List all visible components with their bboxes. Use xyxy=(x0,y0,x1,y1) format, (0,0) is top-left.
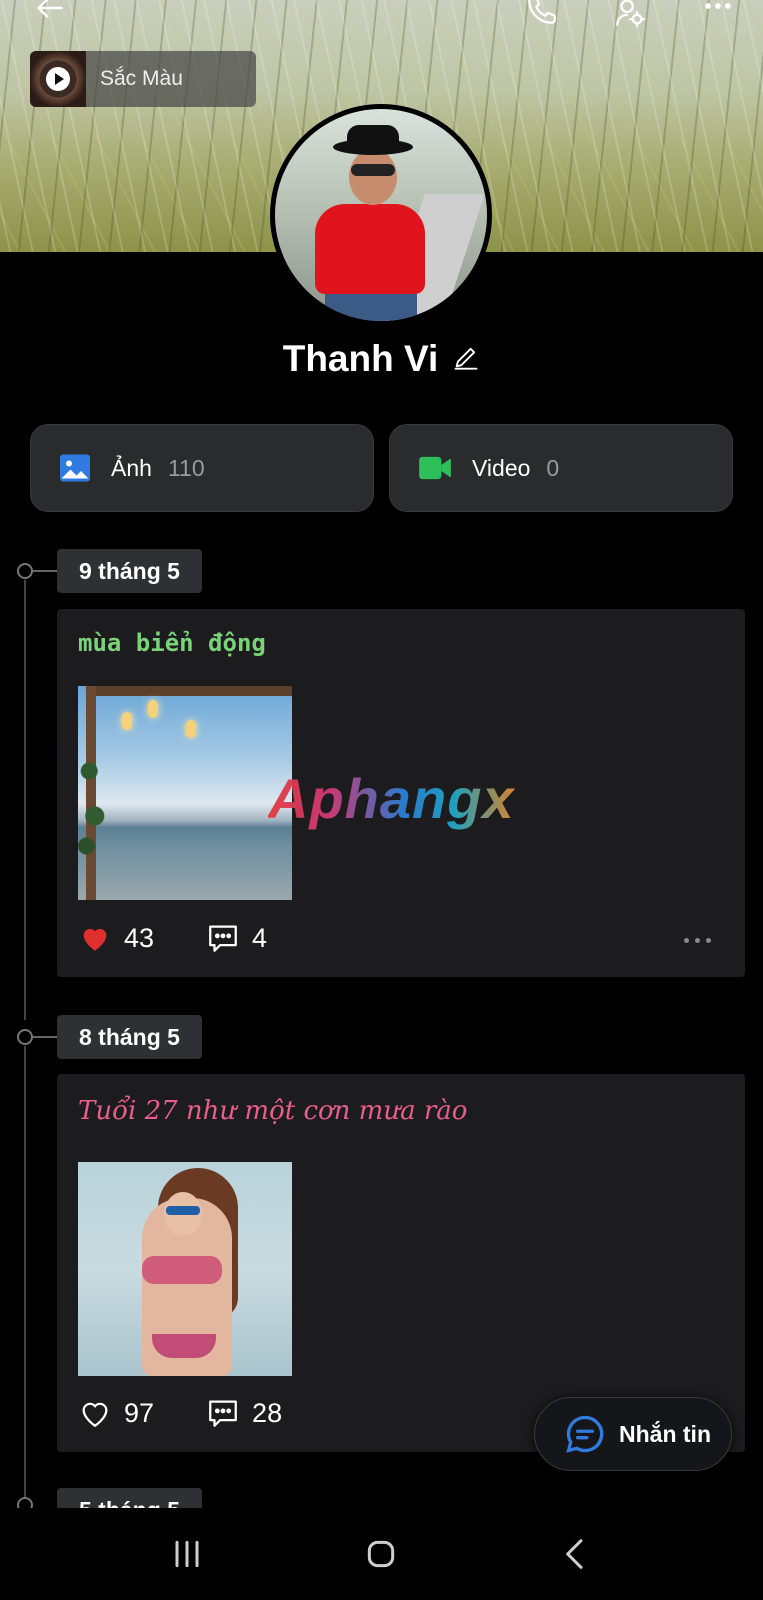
comment-count: 28 xyxy=(252,1397,283,1428)
heart-outline-icon xyxy=(82,1402,108,1428)
videos-count: 0 xyxy=(546,454,560,481)
post-more-icon[interactable] xyxy=(684,938,711,943)
timeline-connector xyxy=(33,570,57,572)
user-settings-icon[interactable] xyxy=(610,0,650,32)
videos-label: Video xyxy=(472,454,531,481)
post-actions: 43 4 xyxy=(78,921,267,955)
chat-bubble-icon xyxy=(566,1415,604,1453)
system-navigation-bar xyxy=(0,1508,763,1600)
like-button[interactable]: 43 xyxy=(78,921,154,955)
timeline-node xyxy=(17,563,33,579)
video-camera-icon xyxy=(419,456,451,480)
edit-pencil-icon[interactable] xyxy=(452,338,480,380)
image-icon xyxy=(60,454,90,482)
timeline-line xyxy=(24,1046,26,1508)
post-card[interactable]: Tuổi 27 như một cơn mưa rào 97 28 xyxy=(57,1074,745,1452)
post-actions: 97 28 xyxy=(78,1396,282,1430)
date-chip: 8 tháng 5 xyxy=(57,1015,202,1059)
music-thumbnail xyxy=(30,51,86,107)
like-count: 43 xyxy=(124,922,155,953)
photos-label: Ảnh xyxy=(111,454,152,481)
timeline-line xyxy=(24,580,26,1020)
timeline-node xyxy=(17,1029,33,1045)
back-icon[interactable] xyxy=(546,1524,606,1584)
avatar[interactable] xyxy=(270,104,492,326)
more-options-icon[interactable] xyxy=(698,0,738,26)
recent-apps-icon[interactable] xyxy=(157,1524,217,1584)
like-button[interactable]: 97 xyxy=(78,1396,154,1430)
profile-music-chip[interactable]: Sắc Màu xyxy=(30,51,256,107)
message-button[interactable]: Nhắn tin xyxy=(534,1397,732,1471)
post-photo[interactable] xyxy=(78,686,292,900)
music-title: Sắc Màu xyxy=(100,67,183,90)
like-count: 97 xyxy=(124,1397,155,1428)
photos-count: 110 xyxy=(167,454,205,481)
profile-name: Thanh Vi xyxy=(282,338,439,379)
photos-button[interactable]: Ảnh 110 xyxy=(30,424,374,512)
comment-icon xyxy=(209,1400,237,1427)
message-button-label: Nhắn tin xyxy=(619,1420,711,1447)
comment-icon xyxy=(209,925,237,952)
comment-button[interactable]: 4 xyxy=(206,921,267,955)
post-photo[interactable] xyxy=(78,1162,292,1376)
comment-count: 4 xyxy=(252,922,268,953)
back-arrow-icon[interactable] xyxy=(30,0,70,28)
home-icon[interactable] xyxy=(351,1524,411,1584)
comment-button[interactable]: 28 xyxy=(206,1396,282,1430)
watermark: Aphangx xyxy=(268,767,515,830)
post-text: Tuổi 27 như một cơn mưa rào xyxy=(78,1096,468,1126)
date-chip: 9 tháng 5 xyxy=(57,549,202,593)
post-text: mùa biển động xyxy=(78,629,266,657)
phone-icon[interactable] xyxy=(522,0,562,30)
timeline-connector xyxy=(33,1036,57,1038)
videos-button[interactable]: Video 0 xyxy=(389,424,733,512)
profile-name-row: Thanh Vi xyxy=(0,338,763,380)
play-icon[interactable] xyxy=(46,67,70,91)
heart-filled-icon xyxy=(83,928,107,951)
